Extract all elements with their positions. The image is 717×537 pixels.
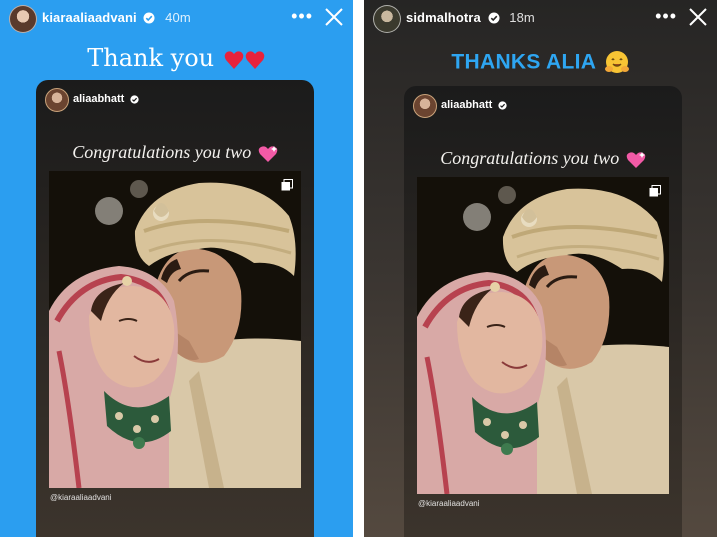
repost-text-content: Congratulations you two [72, 142, 252, 162]
repost-username[interactable]: aliaabhatt [441, 99, 508, 111]
repost-username-text: aliaabhatt [441, 99, 493, 111]
caption-text: THANKS ALIA [451, 50, 596, 74]
repost-username-text: aliaabhatt [73, 93, 125, 105]
verified-badge-icon [488, 12, 500, 24]
username-text: sidmalhotra [406, 10, 481, 25]
reposted-story-card[interactable]: aliaabhatt Congratulations you two @kiar… [404, 86, 682, 537]
avatar[interactable] [45, 88, 69, 112]
avatar[interactable] [413, 94, 437, 118]
verified-badge-icon [143, 12, 155, 24]
wedding-couple-photo [417, 177, 669, 494]
repost-text-content: Congratulations you two [440, 148, 620, 168]
wedding-couple-photo [49, 171, 301, 488]
sparkling-heart-icon [626, 151, 646, 168]
repost-username[interactable]: aliaabhatt [73, 93, 140, 105]
multi-photo-icon [649, 185, 661, 197]
avatar[interactable] [373, 5, 401, 33]
sparkling-heart-icon [258, 145, 278, 162]
two-red-hearts-icon [224, 50, 265, 69]
avatar[interactable] [9, 5, 37, 33]
caption-text: Thank you [87, 44, 215, 72]
story-kiara: kiaraaliaadvani 40m ••• Thank you aliaab… [0, 0, 353, 537]
repost-text: Congratulations you two [36, 142, 314, 163]
timestamp: 18m [509, 10, 535, 25]
mention-tag[interactable]: @kiaraaliaadvani [418, 499, 480, 508]
story-header: kiaraaliaadvani 40m ••• [0, 0, 353, 36]
story-sid: sidmalhotra 18m ••• THANKS ALIA aliaabha… [364, 0, 717, 537]
hugging-face-icon [604, 51, 629, 73]
story-caption: THANKS ALIA [364, 50, 717, 76]
close-icon[interactable] [323, 6, 345, 28]
multi-photo-icon [281, 179, 293, 191]
story-header: sidmalhotra 18m ••• [364, 0, 717, 36]
repost-text: Congratulations you two [404, 148, 682, 169]
mention-tag[interactable]: @kiaraaliaadvani [50, 493, 112, 502]
username[interactable]: kiaraaliaadvani 40m [42, 10, 191, 25]
more-horizontal-icon[interactable]: ••• [291, 6, 313, 27]
verified-badge-icon [498, 101, 508, 110]
reposted-story-card[interactable]: aliaabhatt Congratulations you two @kiar… [36, 80, 314, 537]
username[interactable]: sidmalhotra 18m [406, 10, 535, 25]
timestamp: 40m [165, 10, 191, 25]
story-caption: Thank you [0, 44, 353, 72]
more-horizontal-icon[interactable]: ••• [655, 6, 677, 27]
close-icon[interactable] [687, 6, 709, 28]
username-text: kiaraaliaadvani [42, 10, 137, 25]
verified-badge-icon [130, 95, 140, 104]
